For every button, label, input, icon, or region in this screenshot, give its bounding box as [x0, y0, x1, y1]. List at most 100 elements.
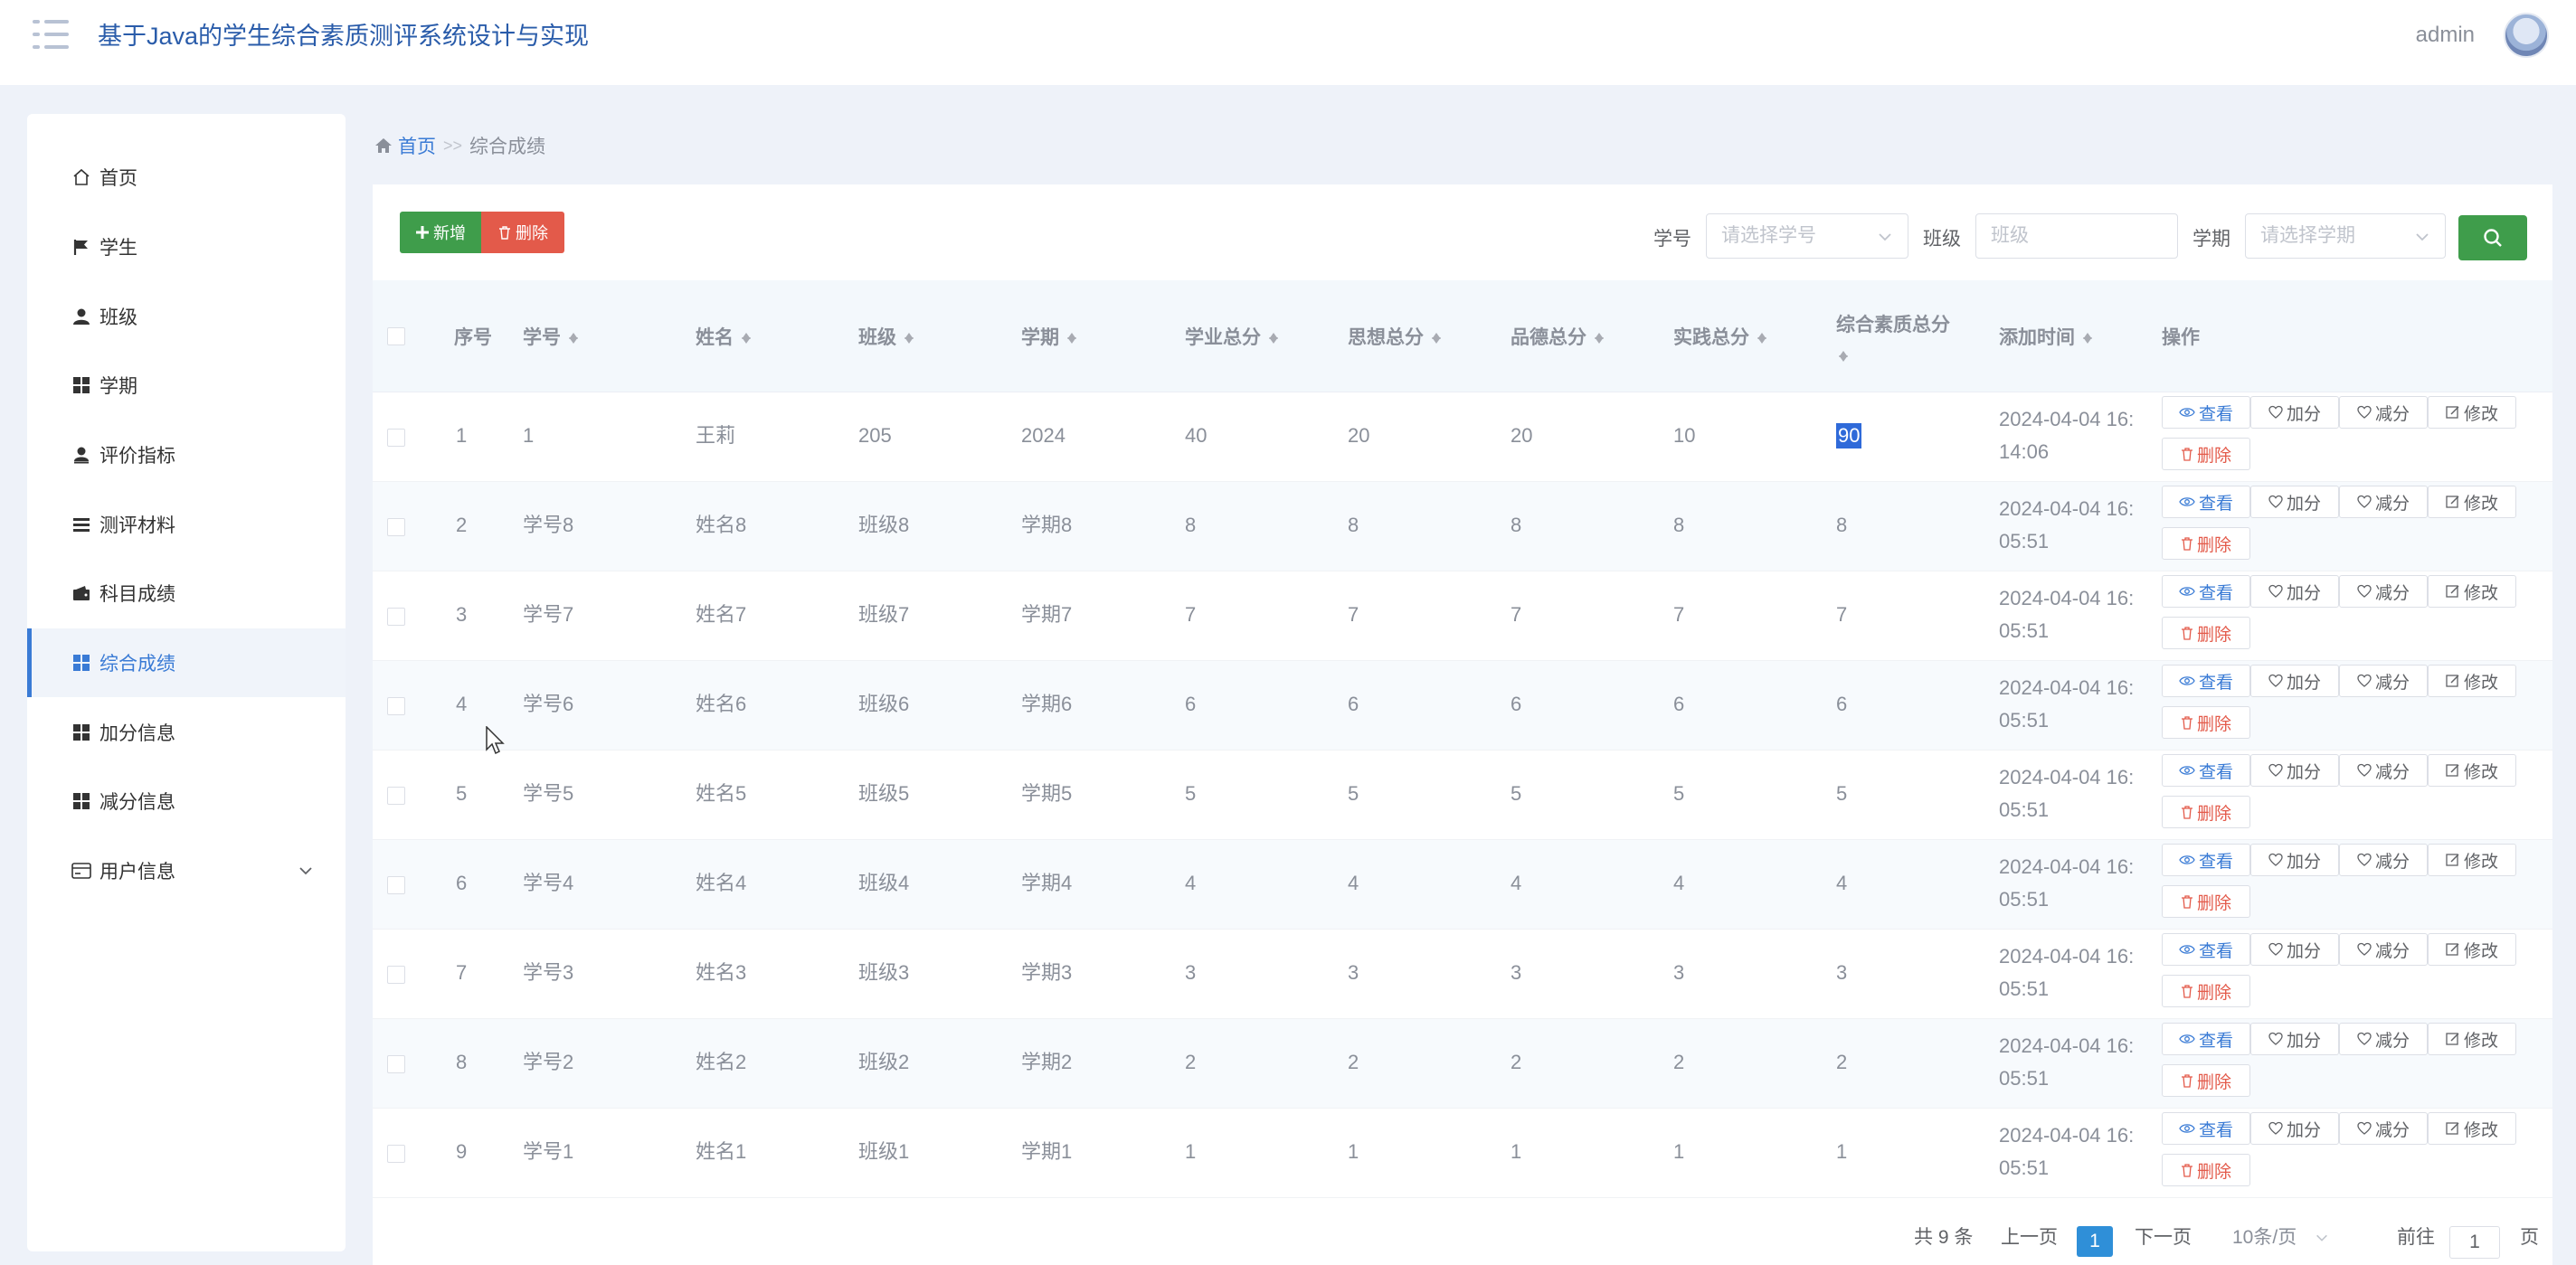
add-points-button[interactable]: 加分	[2250, 1023, 2339, 1055]
class-input-field[interactable]	[1991, 225, 2177, 247]
row-checkbox[interactable]	[387, 1055, 405, 1073]
pagination-current-page[interactable]: 1	[2077, 1226, 2113, 1257]
cell-moral: 6	[1511, 693, 1522, 715]
view-button[interactable]: 查看	[2162, 665, 2250, 697]
cell-cls: 班级8	[858, 514, 910, 536]
column-header-total[interactable]: 综合素质总分	[1836, 280, 1950, 392]
pagination-prev[interactable]: 上一页	[2001, 1223, 2058, 1250]
view-button[interactable]: 查看	[2162, 396, 2250, 429]
delete-button[interactable]: 删除	[2162, 1064, 2250, 1097]
add-points-button[interactable]: 加分	[2250, 844, 2339, 876]
add-points-button[interactable]: 加分	[2250, 396, 2339, 429]
column-header-time[interactable]: 添加时间	[1999, 280, 2093, 392]
row-checkbox[interactable]	[387, 876, 405, 894]
goto-page-input[interactable]: 1	[2449, 1226, 2500, 1259]
menu-toggle-icon[interactable]	[33, 20, 69, 51]
sub-points-button[interactable]: 减分	[2339, 396, 2428, 429]
user-name[interactable]: admin	[2416, 22, 2475, 49]
column-header-moral[interactable]: 品德总分	[1511, 280, 1605, 392]
edit-button[interactable]: 修改	[2428, 396, 2516, 429]
column-header-practice[interactable]: 实践总分	[1673, 280, 1767, 392]
chevron-down-icon[interactable]	[297, 862, 315, 880]
delete-button[interactable]: 删除	[2162, 617, 2250, 649]
view-button[interactable]: 查看	[2162, 844, 2250, 876]
view-button[interactable]: 查看	[2162, 1112, 2250, 1145]
student-id-select[interactable]	[1706, 213, 1908, 259]
delete-button[interactable]: 删除	[2162, 1154, 2250, 1186]
batch-delete-button[interactable]: 删除	[481, 212, 564, 253]
delete-button[interactable]: 删除	[2162, 975, 2250, 1007]
edit-button[interactable]: 修改	[2428, 844, 2516, 876]
column-header-thought[interactable]: 思想总分	[1348, 280, 1442, 392]
sub-points-button[interactable]: 减分	[2339, 1112, 2428, 1145]
column-header-name[interactable]: 姓名	[696, 280, 752, 392]
eye-icon	[2179, 855, 2195, 864]
page-size-select[interactable]: 10条/页	[2232, 1223, 2329, 1250]
avatar[interactable]	[2504, 13, 2549, 58]
delete-button[interactable]: 删除	[2162, 885, 2250, 918]
sub-points-button[interactable]: 减分	[2339, 486, 2428, 518]
edit-button[interactable]: 修改	[2428, 486, 2516, 518]
view-button[interactable]: 查看	[2162, 575, 2250, 608]
term-select[interactable]	[2245, 213, 2446, 259]
column-header-student-id[interactable]: 学号	[523, 280, 579, 392]
row-checkbox[interactable]	[387, 608, 405, 626]
pagination-next[interactable]: 下一页	[2135, 1223, 2192, 1250]
column-header-academic[interactable]: 学业总分	[1185, 280, 1279, 392]
sidebar-item-classes[interactable]: 班级	[27, 282, 346, 351]
select-all-checkbox[interactable]	[387, 327, 405, 345]
sub-points-button[interactable]: 减分	[2339, 933, 2428, 966]
edit-button[interactable]: 修改	[2428, 754, 2516, 787]
row-checkbox[interactable]	[387, 697, 405, 715]
sidebar-item-terms[interactable]: 学期	[27, 351, 346, 420]
sub-points-button[interactable]: 减分	[2339, 575, 2428, 608]
edit-button[interactable]: 修改	[2428, 575, 2516, 608]
add-points-button[interactable]: 加分	[2250, 754, 2339, 787]
delete-button[interactable]: 删除	[2162, 706, 2250, 739]
search-button[interactable]	[2458, 215, 2527, 260]
sidebar-item-user-info[interactable]: 用户信息	[27, 836, 346, 905]
edit-button[interactable]: 修改	[2428, 665, 2516, 697]
column-header-term[interactable]: 学期	[1021, 280, 1077, 392]
row-checkbox[interactable]	[387, 787, 405, 805]
cell-total: 8	[1836, 514, 1848, 536]
edit-button[interactable]: 修改	[2428, 1112, 2516, 1145]
delete-button[interactable]: 删除	[2162, 438, 2250, 470]
add-points-button[interactable]: 加分	[2250, 933, 2339, 966]
add-points-button[interactable]: 加分	[2250, 486, 2339, 518]
row-checkbox[interactable]	[387, 966, 405, 984]
sub-points-button[interactable]: 减分	[2339, 665, 2428, 697]
row-checkbox[interactable]	[387, 429, 405, 447]
class-input[interactable]	[1975, 213, 2178, 259]
edit-button[interactable]: 修改	[2428, 1023, 2516, 1055]
sidebar-item-indicators[interactable]: 评价指标	[27, 420, 346, 489]
sidebar-item-overall-scores[interactable]: 综合成绩	[27, 628, 346, 697]
delete-button[interactable]: 删除	[2162, 796, 2250, 828]
sidebar-item-subject-scores[interactable]: 科目成绩	[27, 559, 346, 628]
sidebar-item-home[interactable]: 首页	[27, 143, 346, 212]
cell-moral: 3	[1511, 961, 1522, 984]
view-button[interactable]: 查看	[2162, 1023, 2250, 1055]
row-checkbox[interactable]	[387, 1145, 405, 1163]
sub-points-button[interactable]: 减分	[2339, 754, 2428, 787]
sidebar-item-deduction-info[interactable]: 减分信息	[27, 767, 346, 835]
view-button[interactable]: 查看	[2162, 486, 2250, 518]
view-button[interactable]: 查看	[2162, 933, 2250, 966]
trash-icon	[2181, 1164, 2192, 1177]
column-header-class[interactable]: 班级	[858, 280, 914, 392]
breadcrumb-home[interactable]: 首页	[374, 132, 436, 159]
add-button[interactable]: 新增	[400, 212, 481, 253]
home-icon	[375, 138, 392, 153]
row-checkbox[interactable]	[387, 518, 405, 536]
edit-button[interactable]: 修改	[2428, 933, 2516, 966]
delete-button[interactable]: 删除	[2162, 527, 2250, 560]
add-points-button[interactable]: 加分	[2250, 1112, 2339, 1145]
add-points-button[interactable]: 加分	[2250, 575, 2339, 608]
sidebar-item-bonus-info[interactable]: 加分信息	[27, 698, 346, 767]
add-points-button[interactable]: 加分	[2250, 665, 2339, 697]
sidebar-item-materials[interactable]: 测评材料	[27, 490, 346, 559]
sub-points-button[interactable]: 减分	[2339, 1023, 2428, 1055]
view-button[interactable]: 查看	[2162, 754, 2250, 787]
sub-points-button[interactable]: 减分	[2339, 844, 2428, 876]
sidebar-item-students[interactable]: 学生	[27, 212, 346, 281]
